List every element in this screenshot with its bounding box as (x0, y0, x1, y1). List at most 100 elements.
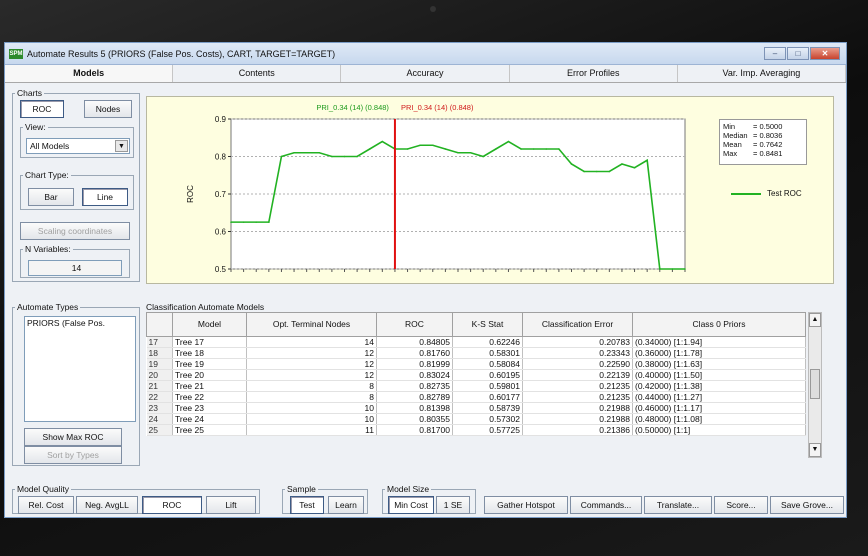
stat-value-median: = 0.8036 (753, 131, 783, 140)
selected-model-label-red: PRI_0.34 (14) (0.848) (401, 103, 474, 112)
test-roc-point (583, 170, 585, 173)
roc-cell: 0.84805 (376, 336, 453, 348)
stats-row: Max = 0.8481 (723, 149, 803, 158)
score-button[interactable]: Score... (714, 496, 768, 514)
roc-cell: 0.82735 (376, 380, 453, 392)
priors-cell: (0.50000) [1:1] (632, 424, 806, 436)
tab-error-profiles[interactable]: Error Profiles (510, 65, 678, 82)
list-item[interactable]: PRIORS (False Pos. (27, 318, 133, 328)
model-cell: Tree 19 (172, 358, 247, 370)
stats-box: Min = 0.5000 Median = 0.8036 Mean = 0.7642 … (719, 119, 807, 165)
tab-var-imp-averaging[interactable]: Var. Imp. Averaging (678, 65, 847, 82)
rel-cost-button[interactable]: Rel. Cost (18, 496, 74, 514)
tab-accuracy[interactable]: Accuracy (341, 65, 510, 82)
header-roc[interactable]: ROC (376, 312, 453, 337)
automate-types-legend: Automate Types (17, 302, 79, 312)
priors-cell: (0.42000) [1:1.38] (632, 380, 806, 392)
nodes-cell: 12 (246, 358, 377, 370)
test-button[interactable]: Test (290, 496, 324, 514)
roc-button[interactable]: ROC (20, 100, 64, 118)
header-ks-stat[interactable]: K-S Stat (452, 312, 523, 337)
scaling-coordinates-button[interactable]: Scaling coordinates (20, 222, 130, 240)
show-max-roc-button[interactable]: Show Max ROC (24, 428, 122, 446)
row-number-cell: 22 (146, 391, 173, 403)
translate-button[interactable]: Translate... (644, 496, 712, 514)
learn-button[interactable]: Learn (328, 496, 364, 514)
scroll-down-icon[interactable]: ▼ (809, 443, 821, 457)
priors-cell: (0.48000) [1:1.08] (632, 413, 806, 425)
table-row[interactable]: 21 Tree 21 8 0.82735 0.59801 0.21235 (0.42000)… (146, 380, 806, 392)
save-grove-button[interactable]: Save Grove... (770, 496, 844, 514)
table-caption: Classification Automate Models (146, 302, 265, 312)
app-icon: SPM (9, 48, 23, 59)
test-roc-point (331, 155, 333, 158)
class-error-cell: 0.23343 (522, 347, 633, 359)
table-row[interactable]: 23 Tree 23 10 0.81398 0.58739 0.21988 (0.46000… (146, 402, 806, 414)
y-tick-label: 0.8 (215, 153, 227, 162)
nodes-cell: 8 (246, 380, 377, 392)
tab-models[interactable]: Models (5, 65, 174, 82)
class-error-cell: 0.21235 (522, 380, 633, 392)
window-controls: – □ ✕ (763, 47, 840, 60)
test-roc-point (368, 148, 371, 150)
stat-value-mean: = 0.7642 (753, 140, 783, 149)
nodes-cell: 10 (246, 413, 377, 425)
ks-stat-cell: 0.60195 (452, 369, 523, 381)
bar-button[interactable]: Bar (28, 188, 74, 206)
view-select[interactable]: All Models ▼ (26, 138, 130, 154)
roc-cell: 0.81760 (376, 347, 453, 359)
table-row[interactable]: 25 Tree 25 11 0.81700 0.57725 0.21386 (0.50000… (146, 424, 806, 436)
one-se-button[interactable]: 1 SE (436, 496, 470, 514)
table-row[interactable]: 20 Tree 20 12 0.83024 0.60195 0.22139 (0.40000… (146, 369, 806, 381)
gather-hotspot-button[interactable]: Gather Hotspot (484, 496, 568, 514)
n-variables-value: 14 (28, 260, 122, 276)
test-roc-point (658, 268, 661, 270)
roc-cell: 0.81700 (376, 424, 453, 436)
roc-quality-button[interactable]: ROC (142, 496, 202, 514)
stat-value-min: = 0.5000 (753, 122, 783, 131)
chevron-down-icon[interactable]: ▼ (115, 140, 128, 152)
test-roc-point (520, 148, 522, 150)
min-cost-button[interactable]: Min Cost (388, 496, 434, 514)
roc-cell: 0.81999 (376, 358, 453, 370)
table-row[interactable]: 22 Tree 22 8 0.82789 0.60177 0.21235 (0.44000)… (146, 391, 806, 403)
maximize-icon[interactable]: □ (787, 47, 809, 60)
row-number-cell: 25 (146, 424, 173, 436)
nodes-cell: 14 (246, 336, 377, 348)
table-row[interactable]: 19 Tree 19 12 0.81999 0.58084 0.22590 (0.38000… (146, 358, 806, 370)
close-icon[interactable]: ✕ (810, 47, 840, 60)
table-row[interactable]: 18 Tree 18 12 0.81760 0.58301 0.23343 (0.36000… (146, 347, 806, 359)
header-model[interactable]: Model (172, 312, 247, 337)
table-row[interactable]: 17 Tree 17 14 0.84805 0.62246 0.20783 (0.34000… (146, 336, 806, 348)
nodes-cell: 12 (246, 369, 377, 381)
tab-contents[interactable]: Contents (173, 65, 342, 82)
neg-avgll-button[interactable]: Neg. AvgLL (76, 496, 138, 514)
sort-by-types-button[interactable]: Sort by Types (24, 446, 122, 464)
model-cell: Tree 23 (172, 402, 247, 414)
table-scrollbar[interactable]: ▲ ▼ (808, 312, 822, 458)
roc-cell: 0.81398 (376, 402, 453, 414)
header-classification-error[interactable]: Classification Error (522, 312, 633, 337)
lift-button[interactable]: Lift (206, 496, 256, 514)
class-error-cell: 0.21386 (522, 424, 633, 436)
nodes-button[interactable]: Nodes (84, 100, 132, 118)
priors-cell: (0.38000) [1:1.63] (632, 358, 806, 370)
header-opt-terminal-nodes[interactable]: Opt. Terminal Nodes (246, 312, 377, 337)
test-roc-point (230, 221, 232, 223)
scroll-up-icon[interactable]: ▲ (809, 313, 821, 327)
automate-types-list[interactable]: PRIORS (False Pos. (24, 316, 136, 422)
test-roc-point (356, 155, 358, 158)
scroll-thumb[interactable] (810, 369, 820, 399)
class-error-cell: 0.21988 (522, 402, 633, 414)
header-class0-priors[interactable]: Class 0 Priors (632, 312, 806, 337)
test-roc-point (495, 148, 497, 150)
class0-priors-label: Class 0 Priors (692, 319, 746, 329)
model-cell: Tree 22 (172, 391, 247, 403)
commands-button[interactable]: Commands... (570, 496, 642, 514)
minimize-icon[interactable]: – (764, 47, 786, 60)
table-row[interactable]: 24 Tree 24 10 0.80355 0.57302 0.21988 (0.48000… (146, 413, 806, 425)
line-button[interactable]: Line (82, 188, 128, 206)
class-error-cell: 0.21988 (522, 413, 633, 425)
y-tick-label: 0.9 (215, 115, 227, 124)
model-cell: Tree 20 (172, 369, 247, 381)
